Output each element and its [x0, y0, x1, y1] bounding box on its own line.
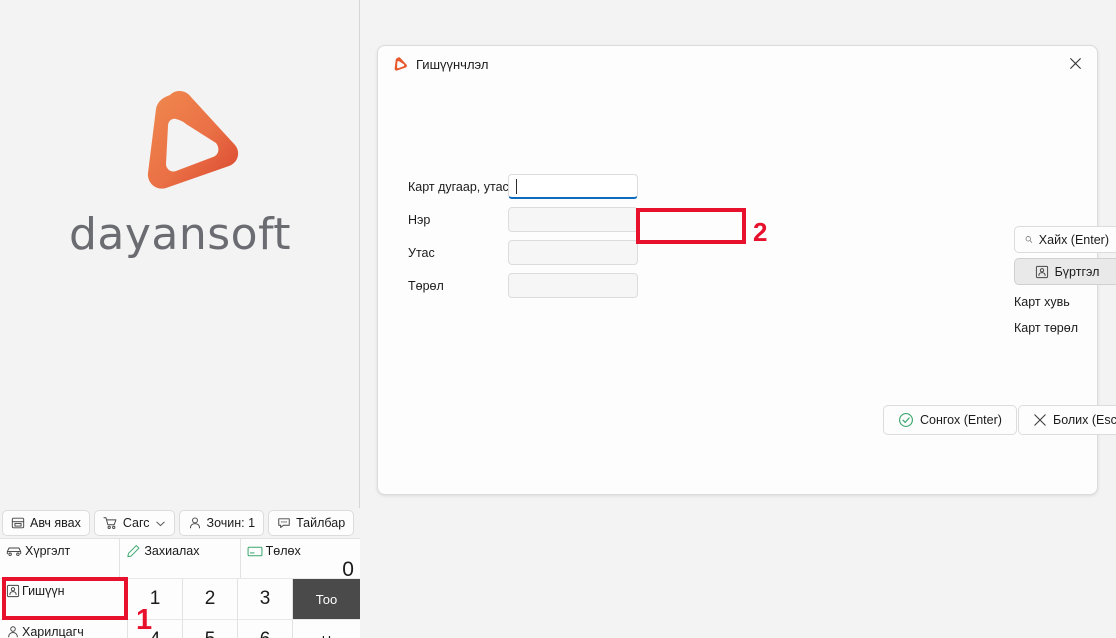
dialog-title-bar: Гишүүнчлэл [390, 56, 488, 73]
toolbar-label-comment: Тайлбар [296, 516, 346, 530]
cart-icon [103, 517, 117, 529]
register-button-label: Бүртгэл [1054, 264, 1100, 279]
grid-label-customer[interactable]: Харилцагч [0, 620, 128, 638]
member-icon [6, 584, 20, 598]
text-caret [516, 179, 517, 194]
toolbar-label-cart: Сагс [122, 516, 150, 530]
label-card-type: Карт төрөл [1014, 321, 1078, 335]
keypad-key[interactable]: 5 [183, 620, 238, 638]
bottom-toolbar: Авч явах Сагс Зочин: 1 Тайлбар [0, 508, 360, 538]
grid-label-member-content: Гишүүн [6, 584, 64, 598]
member-icon [1035, 265, 1048, 278]
form-row-name: Нэр [408, 207, 908, 232]
action-tab-row: Хүргэлт Захиалах Төлөх 0 [0, 538, 360, 581]
quantity-button[interactable]: Тоо [293, 579, 360, 619]
toolbar-button-comment[interactable]: Тайлбар [268, 510, 355, 536]
logo-wordmark: dayansoft [68, 209, 292, 260]
tab-delivery[interactable]: Хүргэлт [0, 539, 121, 578]
label-card-percent: Карт хувь [1014, 295, 1070, 309]
membership-form: Карт дугаар, утас Нэр Утас Төрөл [408, 174, 908, 306]
close-button[interactable] [1053, 46, 1097, 80]
tab-pay-content: Төлөх [247, 544, 301, 558]
dialog-title: Гишүүнчлэл [416, 57, 489, 72]
membership-dialog: Гишүүнчлэл Карт дугаар, утас Нэр Утас Тө… [377, 45, 1116, 495]
cancel-button-label: Болих (Esc) [1053, 413, 1116, 427]
card-icon [247, 546, 263, 556]
chevron-down-icon [155, 521, 165, 526]
close-icon [1069, 57, 1081, 69]
tab-pay[interactable]: Төлөх 0 [240, 539, 360, 581]
search-button[interactable]: Хайх (Enter) [1014, 226, 1116, 253]
grid-accent-button[interactable]: Н [293, 620, 360, 638]
keypad-key[interactable]: 3 [238, 579, 293, 619]
phone-input[interactable] [508, 240, 638, 265]
dayansoft-logo-icon [147, 91, 239, 189]
search-button-label: Хайх (Enter) [1038, 232, 1109, 247]
search-icon [1025, 236, 1033, 243]
name-input[interactable] [508, 207, 638, 232]
toolbar-label-takeaway: Авч явах [30, 516, 81, 530]
takeaway-icon [11, 517, 25, 529]
confirm-button[interactable]: Сонгох (Enter) [883, 405, 1017, 435]
form-row-phone: Утас [408, 240, 908, 265]
dayansoft-logo-icon [394, 57, 407, 71]
customer-icon [8, 626, 18, 638]
car-icon [6, 547, 22, 556]
form-row-card-number: Карт дугаар, утас [408, 174, 908, 199]
pencil-icon [127, 545, 140, 558]
label-phone: Утас [408, 245, 435, 260]
toolbar-button-cart[interactable]: Сагс [93, 510, 175, 536]
cancel-button[interactable]: Болих (Esc) [1018, 405, 1116, 435]
left-pane: dayansoft Авч явах Сагс Зочин: 1 Тайлбар… [0, 0, 360, 638]
comment-icon [278, 518, 290, 529]
toolbar-button-takeaway[interactable]: Авч явах [2, 510, 90, 536]
tab-delivery-content: Хүргэлт [6, 544, 70, 558]
tab-pay-label: Төлөх [265, 544, 301, 558]
toolbar-label-guest: Зочин: 1 [206, 516, 256, 530]
grid-label-member-text: Гишүүн [22, 584, 65, 598]
tab-order-content: Захиалах [126, 544, 200, 558]
keypad-key[interactable]: 1 [128, 579, 183, 619]
label-name: Нэр [408, 212, 431, 227]
close-icon [1034, 414, 1046, 426]
app-logo: dayansoft [0, 85, 360, 260]
form-row-type: Төрөл [408, 273, 908, 298]
card-number-input[interactable] [508, 174, 638, 199]
tab-order[interactable]: Захиалах [120, 539, 241, 578]
toolbar-button-guest[interactable]: Зочин: 1 [178, 510, 265, 536]
grid-label-customer-content: Харилцагч [6, 625, 84, 638]
label-type: Төрөл [408, 278, 444, 293]
check-circle-icon [899, 413, 913, 427]
person-icon [189, 517, 200, 529]
grid-label-customer-text: Харилцагч [22, 625, 84, 638]
register-button[interactable]: Бүртгэл [1014, 258, 1116, 285]
grid-label-member[interactable]: Гишүүн [0, 579, 128, 619]
keypad-key[interactable]: 6 [238, 620, 293, 638]
grid-row-member: Гишүүн 1 2 3 Тоо [0, 578, 360, 619]
keypad-key[interactable]: 4 [128, 620, 183, 638]
keypad-key[interactable]: 2 [183, 579, 238, 619]
label-card-number: Карт дугаар, утас [408, 179, 509, 194]
grid-row-customer: Харилцагч 4 5 6 Н [0, 619, 360, 638]
type-input[interactable] [508, 273, 638, 298]
confirm-button-label: Сонгох (Enter) [920, 413, 1002, 427]
tab-delivery-label: Хүргэлт [25, 544, 71, 558]
tab-order-label: Захиалах [144, 544, 200, 558]
